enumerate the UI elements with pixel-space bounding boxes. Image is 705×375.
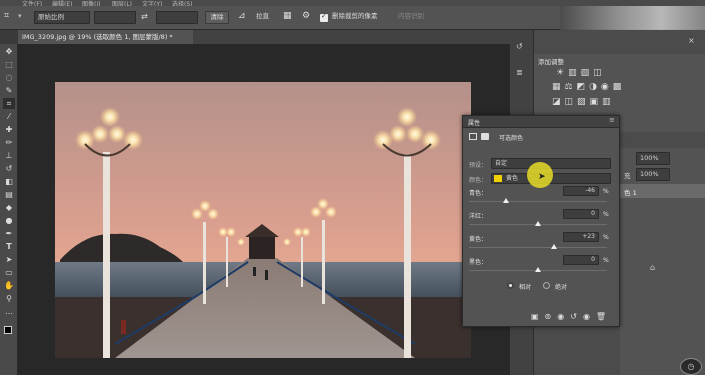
dodge-tool-icon[interactable]: ●	[3, 215, 15, 226]
slider-value-field[interactable]: +23	[563, 232, 599, 242]
fill-label: 充	[624, 172, 631, 180]
pier-photo	[55, 82, 471, 358]
close-icon[interactable]: ×	[688, 36, 695, 45]
lasso-tool-icon[interactable]: ◌	[3, 72, 15, 83]
zoom-tool-icon[interactable]: ⚲	[3, 293, 15, 304]
type-tool-icon[interactable]: T	[3, 241, 15, 252]
watermark-blur	[560, 6, 705, 32]
adjustment-icon	[469, 133, 477, 140]
overlay-grid-icon[interactable]: ▦	[283, 10, 292, 23]
slider-label: 青色：	[469, 190, 488, 197]
healing-brush-icon[interactable]: ✚	[3, 124, 15, 135]
slider-label: 洋红：	[469, 213, 488, 220]
slider-unit: %	[603, 257, 609, 264]
history-icon[interactable]: ↺	[516, 42, 523, 51]
shape-tool-icon[interactable]: ▭	[3, 267, 15, 278]
document-tab[interactable]: IMG_3209.jpg @ 19% (选取颜色 1, 图层蒙版/8) *	[18, 30, 193, 44]
slider-knob[interactable]	[535, 267, 541, 272]
crop-tool-icon[interactable]: ⌗	[3, 98, 15, 109]
tab-grip-icon	[24, 30, 30, 44]
relative-label: 相对	[519, 284, 532, 291]
cursor-icon: ➤	[538, 172, 546, 182]
properties-bottom-icons[interactable]: ▣⊚◉↺◉🗑	[531, 312, 612, 321]
chevron-down-icon[interactable]: ▾	[18, 11, 26, 22]
foreground-color-swatch[interactable]	[4, 326, 12, 334]
document-image[interactable]	[55, 82, 471, 358]
move-tool-icon[interactable]: ✥	[3, 46, 15, 57]
gradient-tool-icon[interactable]: ▤	[3, 189, 15, 200]
delete-cropped-label: 删除裁剪的像素	[332, 12, 378, 20]
slider-label: 黄色：	[469, 236, 488, 243]
slider-value-field[interactable]: 0	[563, 209, 599, 219]
preset-label: 预设：	[469, 162, 488, 169]
clone-stamp-icon[interactable]: ⊥	[3, 150, 15, 161]
colors-label: 颜色：	[469, 177, 488, 184]
properties-icon[interactable]: ≣	[516, 68, 523, 77]
adjustments-row-1[interactable]: ☀▥▨◫	[556, 68, 606, 78]
straighten-label[interactable]: 拉直	[256, 11, 269, 22]
marquee-tool-icon[interactable]: ⬚	[3, 59, 15, 70]
quick-select-tool-icon[interactable]: ✎	[3, 85, 15, 96]
fill-field[interactable]: 100%	[636, 168, 670, 181]
delete-cropped-checkbox[interactable]: ✓	[320, 12, 328, 22]
mask-icon[interactable]	[481, 133, 489, 140]
opacity-field[interactable]: 100%	[636, 152, 670, 165]
adjustments-row-2[interactable]: ▦⚖◩◑◉▩	[552, 82, 625, 92]
slider-knob[interactable]	[503, 198, 510, 203]
absolute-label: 绝对	[555, 284, 568, 291]
height-field[interactable]	[156, 11, 198, 24]
yellow-swatch	[494, 175, 502, 182]
more-tools-icon[interactable]: …	[3, 306, 15, 317]
adjustment-type-label: 可选颜色	[499, 135, 524, 142]
relative-radio[interactable]	[507, 282, 514, 289]
adjustments-row-3[interactable]: ◪◫▨▣▥	[552, 97, 615, 107]
adjustments-title: 添加调整	[538, 58, 564, 66]
straighten-icon[interactable]: ⊿	[238, 10, 246, 23]
tools-panel: ✥ ⬚ ◌ ✎ ⌗ ⁄ ✚ ✏ ⊥ ↺ ◧ ▤ ◆ ● ✒ T ➤ ▭ ✋ ⚲ …	[0, 44, 18, 375]
lock-icon[interactable]: ⌂	[650, 263, 655, 272]
layer-row-selective-color[interactable]: 色 1	[620, 184, 705, 198]
content-aware-label[interactable]: 内容识别	[398, 11, 424, 22]
layers-panel: 100% 充 100% 色 1 ⌂	[620, 148, 705, 375]
slider-value-field[interactable]: -46	[563, 186, 599, 196]
scroll-indicator-icon[interactable]: ◷	[680, 358, 702, 375]
slider-track[interactable]	[469, 247, 607, 248]
slider-knob[interactable]	[550, 244, 557, 249]
ratio-select[interactable]: 原始比例	[34, 11, 90, 24]
slider-unit: %	[603, 211, 609, 218]
path-select-icon[interactable]: ➤	[3, 254, 15, 265]
crop-tool-icon[interactable]: ⌗	[4, 11, 14, 22]
layer-name: 色 1	[624, 189, 637, 197]
slider-value-field[interactable]: 0	[563, 255, 599, 265]
eraser-tool-icon[interactable]: ◧	[3, 176, 15, 187]
colors-select-value: 黄色	[506, 175, 519, 182]
slider-knob[interactable]	[535, 221, 541, 226]
pen-tool-icon[interactable]: ✒	[3, 228, 15, 239]
history-brush-icon[interactable]: ↺	[3, 163, 15, 174]
panel-menu-icon[interactable]: ≡	[609, 116, 615, 124]
properties-header: 属性 ≡	[463, 116, 619, 128]
gear-icon[interactable]: ⚙	[302, 10, 310, 23]
hand-tool-icon[interactable]: ✋	[3, 280, 15, 291]
checkmark-icon: ✓	[321, 12, 327, 20]
width-field[interactable]	[94, 11, 136, 24]
properties-tab[interactable]: 属性	[468, 118, 480, 127]
blur-tool-icon[interactable]: ◆	[3, 202, 15, 213]
absolute-radio[interactable]	[543, 282, 550, 289]
clear-button[interactable]: 清除	[205, 11, 229, 24]
properties-panel: 属性 ≡ 可选颜色 预设： 自定 颜色： 黄色 相对 绝对 ▣⊚◉↺◉🗑 青色：…	[462, 115, 620, 327]
document-tab-bar: IMG_3209.jpg @ 19% (选取颜色 1, 图层蒙版/8) *	[18, 30, 510, 44]
slider-unit: %	[603, 234, 609, 241]
slider-label: 黑色：	[469, 259, 488, 266]
eyedropper-tool-icon[interactable]: ⁄	[3, 111, 15, 122]
slider-unit: %	[603, 188, 609, 195]
slider-track[interactable]	[469, 201, 607, 202]
document-tab-title: IMG_3209.jpg @ 19% (选取颜色 1, 图层蒙版/8) *	[22, 33, 173, 41]
brush-tool-icon[interactable]: ✏	[3, 137, 15, 148]
swap-icon[interactable]: ⇄	[141, 11, 148, 22]
